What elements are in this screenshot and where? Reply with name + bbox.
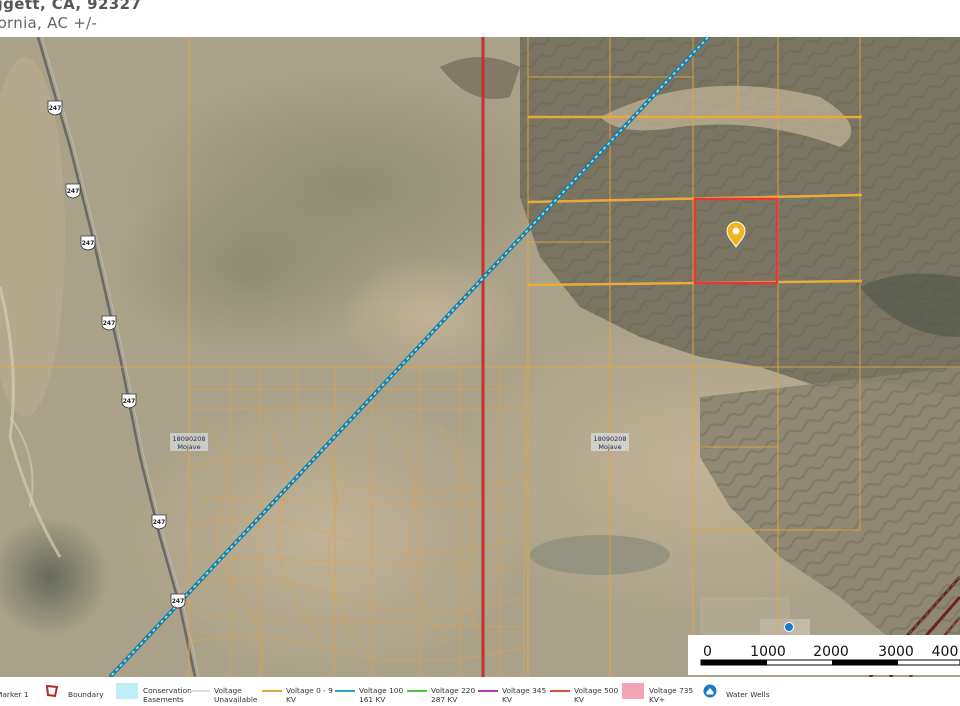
svg-text:Mojave: Mojave xyxy=(177,443,200,451)
legend-label: Voltage 100 161 KV xyxy=(359,686,404,704)
highway-shield-icon: 247 xyxy=(170,593,186,609)
highway-shield-label: 247 xyxy=(103,320,116,327)
highway-shield-label: 247 xyxy=(82,240,95,247)
svg-text:18090208: 18090208 xyxy=(172,435,205,443)
legend-label: Boundary xyxy=(68,690,104,699)
zone-label-left: 18090208 Mojave xyxy=(170,433,208,451)
conservation-swatch xyxy=(116,683,138,699)
highway-shield-icon: 247 xyxy=(80,235,96,251)
water-well-icon xyxy=(702,683,718,699)
svg-text:18090208: 18090208 xyxy=(593,435,626,443)
water-well-icon[interactable] xyxy=(784,622,794,632)
voltage-line xyxy=(407,683,427,699)
satellite-terrain xyxy=(0,37,960,677)
scale-tick-label: 3000 xyxy=(878,644,914,660)
voltage-line xyxy=(550,683,570,699)
page-subtitle: fornia, AC +/- xyxy=(0,14,98,32)
highway-shield-label: 247 xyxy=(49,105,62,112)
highway-shield-icon: 247 xyxy=(47,100,63,116)
scale-tick-label: 400 xyxy=(932,644,959,660)
legend-label: Conservation Easements xyxy=(143,686,192,704)
highway-shield-icon: 247 xyxy=(151,514,167,530)
voltage-line xyxy=(478,683,498,699)
highway-shield-label: 247 xyxy=(153,519,166,526)
highway-shield-label: 247 xyxy=(123,398,136,405)
zone-label-right: 18090208 Mojave xyxy=(591,433,629,451)
voltage-line xyxy=(262,683,282,699)
scale-tick-label: 1000 xyxy=(750,644,786,660)
legend-label: Marker 1 xyxy=(0,690,29,699)
highway-shield-icon: 247 xyxy=(121,393,137,409)
map-view[interactable]: 247 247 247 247 247 247 247 18090208 Mojave 18… xyxy=(0,37,960,677)
legend-label: Water Wells xyxy=(726,690,770,699)
legend-label: Voltage 345 KV xyxy=(502,686,547,704)
scale-bar: 0 1000 2000 3000 400 xyxy=(688,635,960,675)
boundary-polygon-icon xyxy=(44,683,60,699)
voltage-line xyxy=(190,683,210,699)
highway-shield-label: 247 xyxy=(67,188,80,195)
header: ggett, CA, 92327 fornia, AC +/- xyxy=(0,0,960,37)
map-legend: Marker 1 Boundary Conservation Easements Vo… xyxy=(0,677,960,706)
legend-label: Voltage 735 KV+ xyxy=(649,686,694,704)
legend-label: Voltage 0 - 9 KV xyxy=(286,686,333,704)
scale-tick-label: 2000 xyxy=(813,644,849,660)
voltage-swatch xyxy=(622,683,644,699)
voltage-line xyxy=(335,683,355,699)
legend-label: Voltage Unavailable xyxy=(214,686,258,704)
svg-text:Mojave: Mojave xyxy=(598,443,621,451)
legend-label: Voltage 220 287 KV xyxy=(431,686,476,704)
legend-label: Voltage 500 KV xyxy=(574,686,619,704)
highway-shield-label: 247 xyxy=(172,598,185,605)
highway-shield-icon: 247 xyxy=(65,183,81,199)
scale-tick-label: 0 xyxy=(703,644,712,660)
page-title: ggett, CA, 92327 xyxy=(0,0,142,13)
highway-shield-icon: 247 xyxy=(101,315,117,331)
